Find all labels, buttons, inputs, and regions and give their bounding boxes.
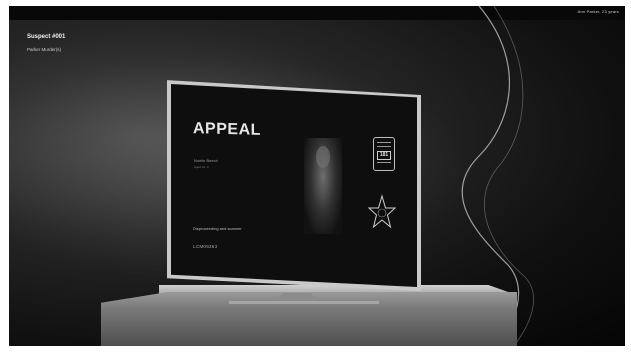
sheriff-star-badge-icon [368, 194, 396, 229]
tv-stand-shadow [229, 301, 379, 304]
tv-stand [277, 293, 317, 301]
appeal-heading: APPEAL [193, 120, 261, 139]
id-card-line [377, 146, 391, 147]
reference-number: LCM09263 [193, 244, 218, 249]
id-card-number: 181 [379, 152, 389, 158]
victim-photo-face [316, 146, 330, 168]
id-card-line [377, 162, 391, 163]
television-screen [171, 84, 417, 287]
id-card-number-box: 181 [377, 151, 391, 160]
missing-label: Disproceeding and scanner [193, 226, 242, 231]
id-card-line [377, 142, 391, 143]
id-card-icon: 181 [373, 137, 395, 171]
victim-name: Noelle Beech [194, 158, 218, 163]
victim-detail: Aged 32, 3 [194, 165, 209, 169]
